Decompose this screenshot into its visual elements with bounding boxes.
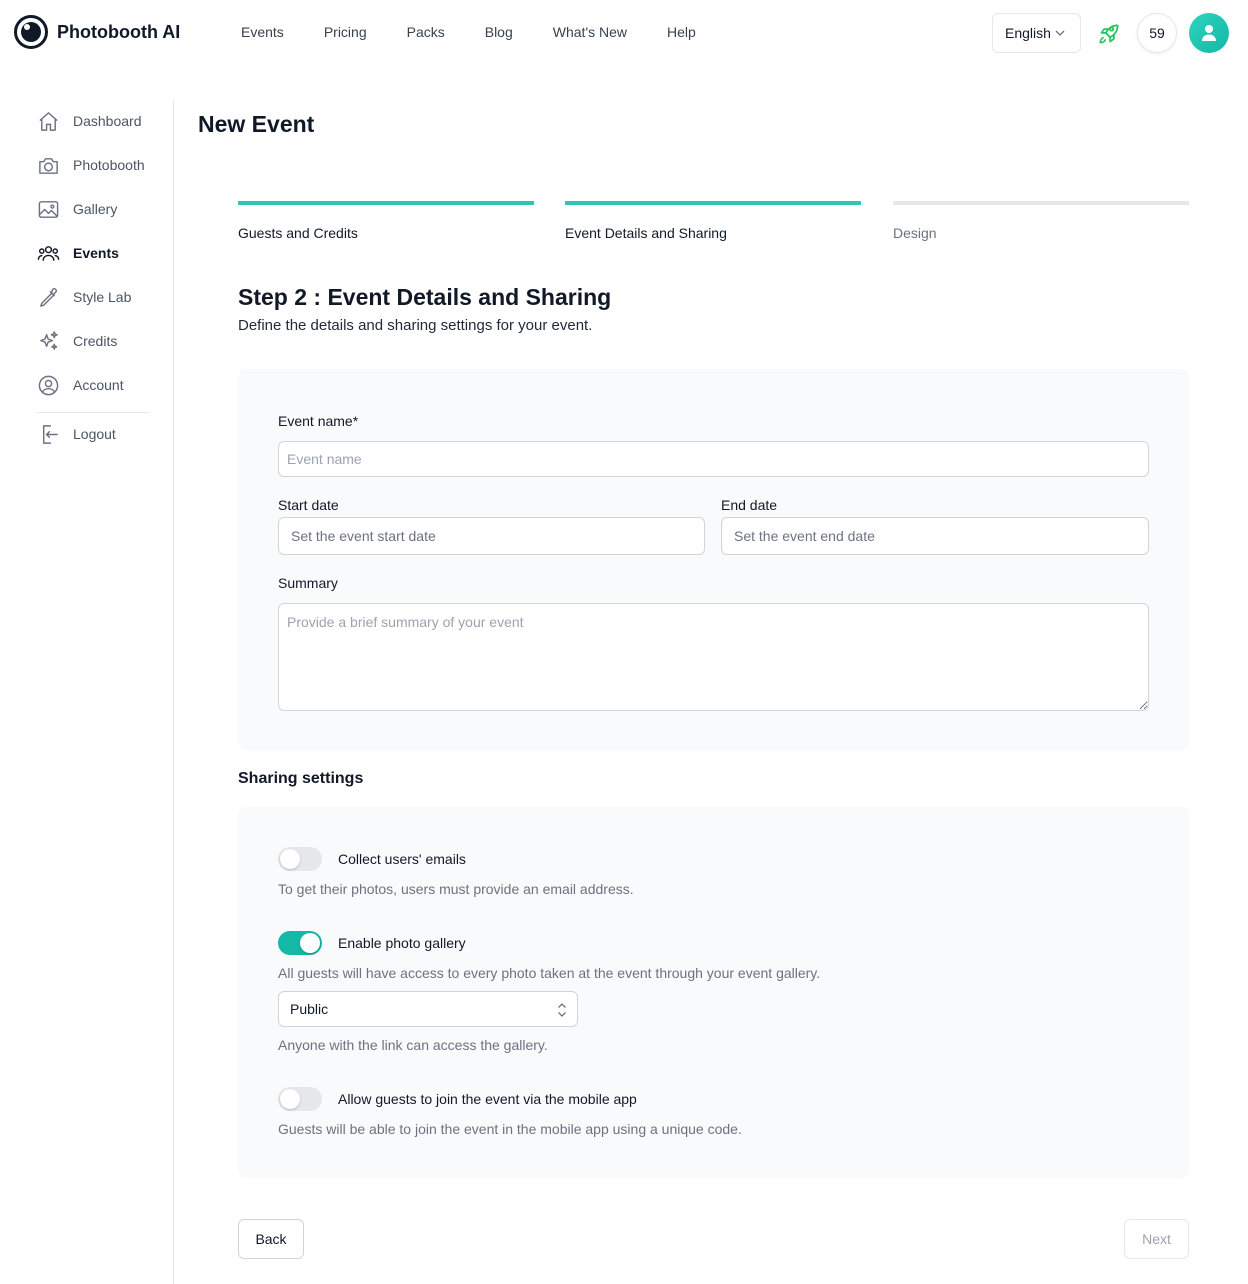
sidebar-item-gallery[interactable]: Gallery xyxy=(37,197,117,221)
next-button[interactable]: Next xyxy=(1124,1219,1189,1259)
camera-icon xyxy=(39,157,58,174)
sidebar-item-label: Photobooth xyxy=(73,157,145,173)
sidebar-item-dashboard[interactable]: Dashboard xyxy=(37,109,142,133)
home-icon xyxy=(39,111,58,131)
step-label: Guests and Credits xyxy=(238,225,358,241)
sidebar-item-photobooth[interactable]: Photobooth xyxy=(37,153,145,177)
collect-emails-toggle[interactable] xyxy=(278,847,322,871)
sidebar-item-style-lab[interactable]: Style Lab xyxy=(37,285,131,309)
event-details-card: Event name* Start date End date Summary xyxy=(238,369,1189,750)
step-label: Event Details and Sharing xyxy=(565,225,727,241)
sidebar-item-label: Credits xyxy=(73,333,118,349)
top-navbar: Photobooth AI Events Pricing Packs Blog … xyxy=(0,0,1248,66)
photo-gallery-help: All guests will have access to every pho… xyxy=(278,965,821,981)
gallery-visibility-value: Public xyxy=(290,1001,329,1017)
sidebar-item-account[interactable]: Account xyxy=(37,373,124,397)
back-button[interactable]: Back xyxy=(238,1219,304,1259)
nav-link-packs[interactable]: Packs xyxy=(407,24,445,40)
gallery-visibility-help: Anyone with the link can access the gall… xyxy=(278,1037,548,1053)
nav-link-blog[interactable]: Blog xyxy=(485,24,513,40)
sharing-settings-heading: Sharing settings xyxy=(238,770,364,787)
gallery-visibility-select[interactable]: Public xyxy=(278,991,578,1027)
toggle-knob xyxy=(300,933,320,953)
start-date-label: Start date xyxy=(278,497,339,513)
user-icon xyxy=(1202,25,1216,41)
user-avatar[interactable] xyxy=(1189,13,1229,53)
collect-emails-help: To get their photos, users must provide … xyxy=(278,881,634,897)
main-nav: Events Pricing Packs Blog What's New Hel… xyxy=(241,24,736,40)
step-progress-bar xyxy=(893,201,1189,205)
toggle-knob xyxy=(280,849,300,869)
language-selector[interactable]: English xyxy=(992,13,1081,53)
start-date-input[interactable] xyxy=(278,517,705,555)
toggle-knob xyxy=(280,1089,300,1109)
step-indicator-2[interactable]: Event Details and Sharing xyxy=(565,201,861,241)
event-name-label: Event name* xyxy=(278,413,359,429)
credits-badge[interactable]: 59 xyxy=(1137,13,1177,53)
sidebar-item-label: Gallery xyxy=(73,201,118,217)
eyedropper-icon xyxy=(40,287,57,307)
mobile-app-toggle[interactable] xyxy=(278,1087,322,1111)
sidebar-logout-label: Logout xyxy=(73,426,116,442)
rocket-icon[interactable] xyxy=(1096,21,1122,47)
collect-emails-label: Collect users' emails xyxy=(338,851,466,867)
summary-textarea[interactable] xyxy=(278,603,1149,711)
sparkles-icon xyxy=(40,330,58,350)
step-indicator-3[interactable]: Design xyxy=(893,201,1189,241)
event-name-input[interactable] xyxy=(278,441,1149,477)
nav-link-events[interactable]: Events xyxy=(241,24,284,40)
chevron-up-down-icon xyxy=(558,1003,566,1017)
sidebar-item-events[interactable]: Events xyxy=(37,241,119,265)
chevron-down-icon xyxy=(1055,30,1065,36)
step-title: Step 2 : Event Details and Sharing xyxy=(238,284,612,310)
end-date-input[interactable] xyxy=(721,517,1149,555)
sidebar-item-credits[interactable]: Credits xyxy=(37,329,117,353)
sidebar-item-label: Style Lab xyxy=(73,289,132,305)
nav-link-help[interactable]: Help xyxy=(667,24,696,40)
user-circle-icon xyxy=(38,375,59,395)
mobile-app-label: Allow guests to join the event via the m… xyxy=(338,1091,637,1107)
sidebar: Dashboard Photobooth Gallery Events Styl… xyxy=(0,100,174,1284)
step-indicator-1[interactable]: Guests and Credits xyxy=(238,201,534,241)
nav-link-whats-new[interactable]: What's New xyxy=(553,24,627,40)
sidebar-divider xyxy=(37,412,149,413)
end-date-label: End date xyxy=(721,497,778,513)
step-progress-bar xyxy=(565,201,861,205)
sidebar-item-label: Account xyxy=(73,377,124,393)
step-progress-bar xyxy=(238,201,534,205)
logo[interactable]: Photobooth AI xyxy=(14,15,180,49)
step-label: Design xyxy=(893,225,937,241)
sidebar-item-label: Events xyxy=(73,245,119,261)
mobile-app-help: Guests will be able to join the event in… xyxy=(278,1121,742,1137)
logo-icon xyxy=(14,15,48,49)
image-icon xyxy=(38,200,59,218)
step-description: Define the details and sharing settings … xyxy=(238,317,593,334)
photo-gallery-label: Enable photo gallery xyxy=(338,935,466,951)
language-label: English xyxy=(1005,25,1051,41)
app-name: Photobooth AI xyxy=(57,21,181,42)
sharing-settings-card: Collect users' emails To get their photo… xyxy=(238,807,1189,1178)
logout-icon xyxy=(42,424,58,444)
users-icon xyxy=(37,245,60,261)
sidebar-item-label: Dashboard xyxy=(73,113,142,129)
photo-gallery-toggle[interactable] xyxy=(278,931,322,955)
page-title: New Event xyxy=(198,111,315,137)
summary-label: Summary xyxy=(278,575,338,591)
sidebar-item-logout[interactable]: Logout xyxy=(37,422,116,446)
nav-link-pricing[interactable]: Pricing xyxy=(324,24,367,40)
